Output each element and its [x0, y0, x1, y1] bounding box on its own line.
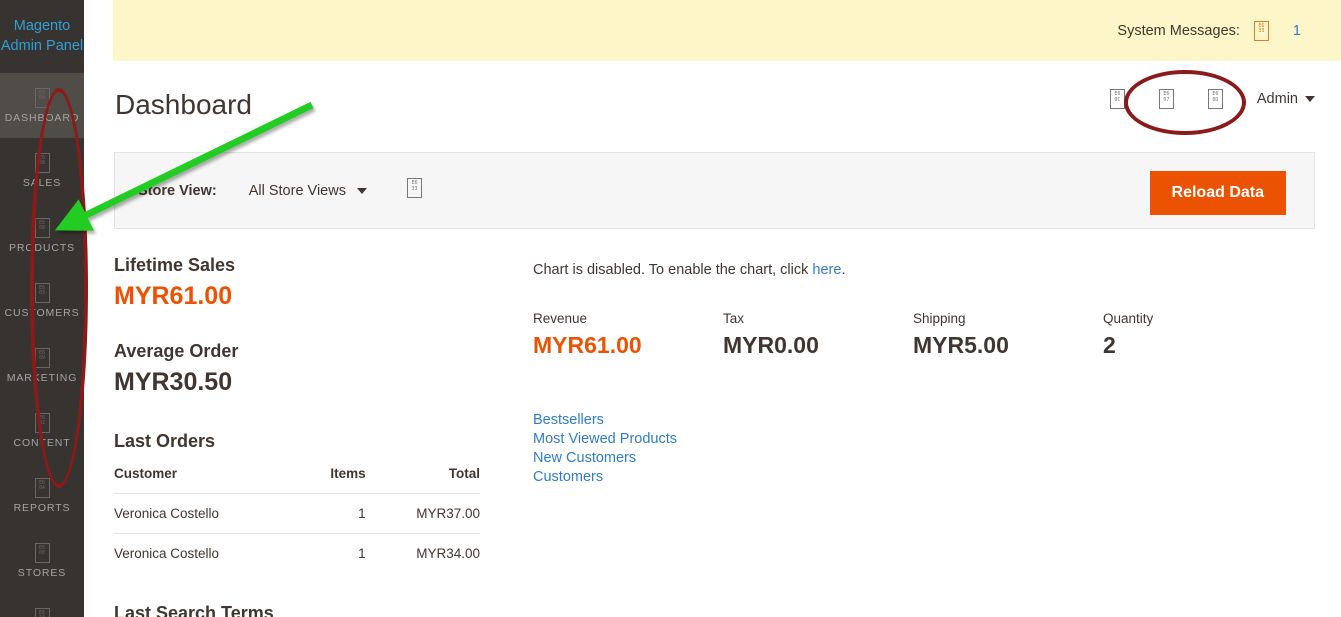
annotation-arrows	[54, 79, 1133, 231]
annotation-arrow-to-products	[54, 101, 314, 231]
magento-dashboard-screen: Magento Admin Panel E6 04 Dashboard E6 08 S…	[0, 0, 1341, 617]
